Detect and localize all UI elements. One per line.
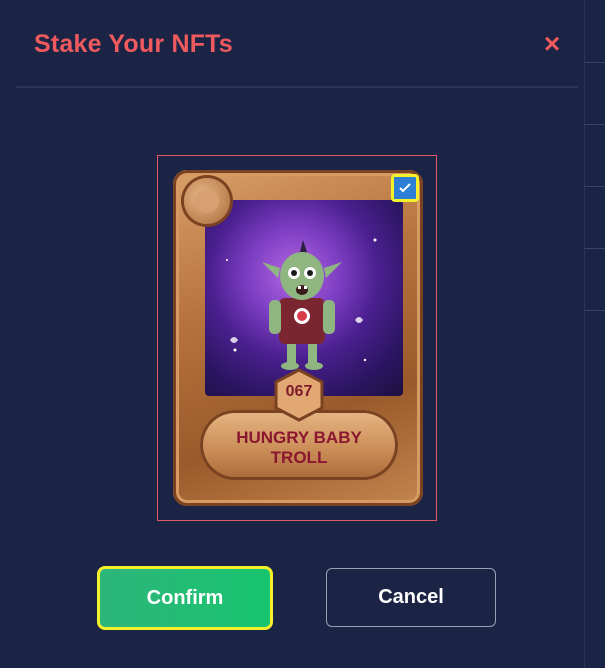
- nft-card-artwork: [205, 200, 403, 396]
- troll-character-illustration: [226, 238, 377, 370]
- confirm-button[interactable]: Confirm: [97, 566, 273, 630]
- nft-select-checkbox[interactable]: [391, 174, 419, 202]
- background-panel-edge: [584, 0, 605, 668]
- cancel-button[interactable]: Cancel: [326, 568, 496, 627]
- card-corner-medallion: [184, 178, 230, 224]
- stake-nfts-modal: Stake Your NFTs × 067 HUNGRY BABY TROLL …: [0, 0, 584, 668]
- close-button[interactable]: ×: [540, 30, 564, 58]
- modal-title: Stake Your NFTs: [34, 30, 233, 58]
- card-name-line-1: HUNGRY BABY: [236, 428, 362, 447]
- card-number: 067: [285, 383, 313, 400]
- close-icon: ×: [543, 28, 561, 59]
- card-name-line-2: TROLL: [270, 448, 328, 467]
- modal-header: Stake Your NFTs ×: [16, 18, 578, 88]
- checkmark-icon: [399, 183, 411, 193]
- card-name: HUNGRY BABY TROLL: [210, 428, 388, 468]
